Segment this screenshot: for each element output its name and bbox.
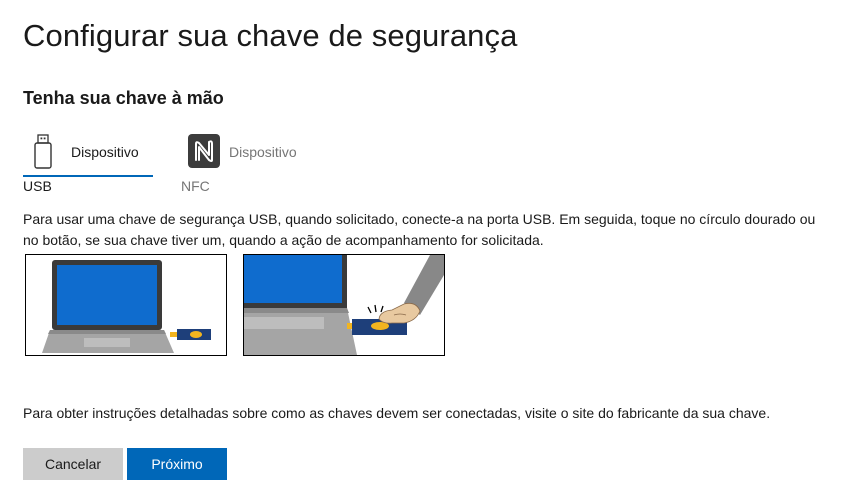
tab-usb-device[interactable]: Dispositivo xyxy=(23,132,153,178)
selected-tab-indicator xyxy=(23,175,153,177)
finger-touching-usb-key-illustration xyxy=(243,254,445,356)
tab-nfc-caption: NFC xyxy=(181,178,210,194)
page-title: Configurar sua chave de segurança xyxy=(23,18,518,53)
usb-instructions-text: Para usar uma chave de segurança USB, qu… xyxy=(23,211,816,248)
page-subtitle: Tenha sua chave à mão xyxy=(23,88,224,108)
tab-nfc-device[interactable]: Dispositivo xyxy=(181,132,311,178)
tab-nfc-label: Dispositivo xyxy=(229,144,297,160)
next-button[interactable]: Próximo xyxy=(127,448,227,480)
tab-usb-label: Dispositivo xyxy=(71,144,139,160)
usb-drive-icon xyxy=(33,134,53,175)
nfc-icon xyxy=(187,133,221,174)
cancel-button[interactable]: Cancelar xyxy=(23,448,123,480)
laptop-with-usb-key-illustration xyxy=(25,254,227,356)
tab-usb-caption: USB xyxy=(23,178,52,194)
manufacturer-note-text: Para obter instruções detalhadas sobre c… xyxy=(23,405,771,421)
